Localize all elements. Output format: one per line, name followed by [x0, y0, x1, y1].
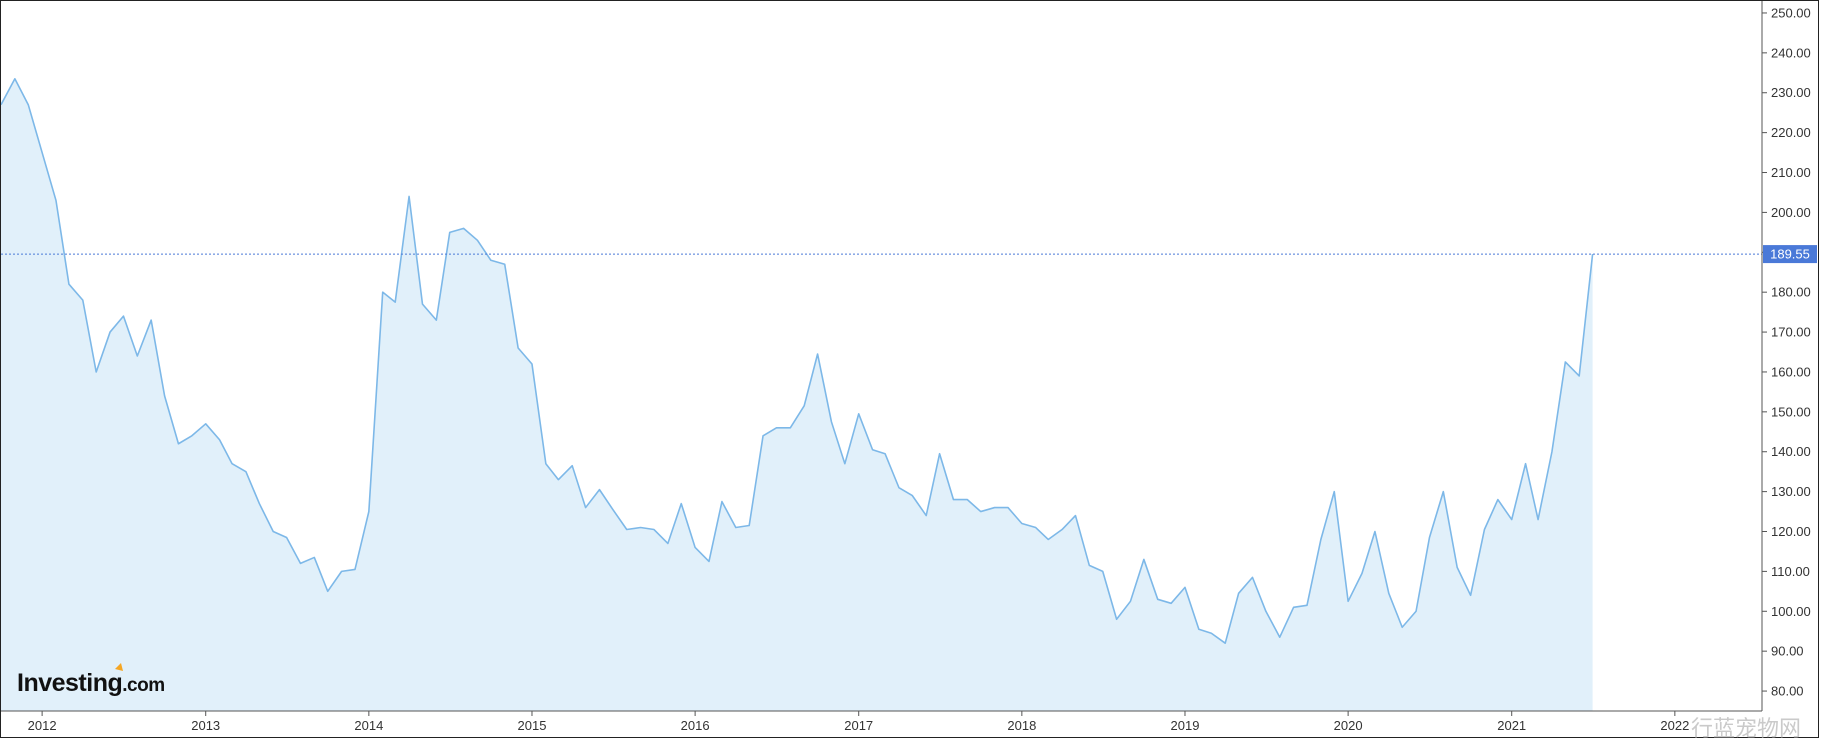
last-value-tag-text: 189.55 — [1770, 247, 1810, 262]
y-tick-label: 230.00 — [1771, 85, 1811, 100]
y-tick-label: 110.00 — [1771, 564, 1810, 579]
x-tick-label: 2021 — [1497, 718, 1526, 733]
y-tick-label: 220.00 — [1771, 125, 1811, 140]
x-tick-label: 2016 — [681, 718, 710, 733]
y-tick-label: 240.00 — [1771, 45, 1811, 60]
x-tick-label: 2015 — [518, 718, 547, 733]
y-tick-label: 100.00 — [1771, 604, 1811, 619]
series-area-fill — [1, 78, 1593, 711]
y-tick-label: 150.00 — [1771, 404, 1811, 419]
y-tick-label: 90.00 — [1771, 644, 1804, 659]
x-tick-label: 2014 — [354, 718, 383, 733]
y-tick-label: 200.00 — [1771, 205, 1811, 220]
y-tick-label: 80.00 — [1771, 684, 1804, 699]
x-tick-label: 2019 — [1171, 718, 1200, 733]
x-tick-label: 2013 — [191, 718, 220, 733]
x-tick-label: 2017 — [844, 718, 873, 733]
x-tick-label: 2018 — [1007, 718, 1036, 733]
y-tick-label: 180.00 — [1771, 285, 1811, 300]
last-value-tag: 189.55 — [1763, 245, 1817, 264]
y-tick-label: 210.00 — [1771, 165, 1811, 180]
y-tick-label: 160.00 — [1771, 364, 1811, 379]
y-tick-label: 250.00 — [1771, 5, 1811, 20]
y-tick-label: 170.00 — [1771, 325, 1811, 340]
x-axis-ticks: 2012 2013 2014 2015 2016 2017 2018 2019 2020 2021… — [28, 711, 1689, 733]
watermark-text: 行蓝宠物网 — [1691, 717, 1801, 739]
chart-frame: 80.00 90.00 100.00 110.00 120.00 130.00 140.00… — [0, 0, 1819, 739]
x-tick-label: 2020 — [1334, 718, 1363, 733]
x-tick-label: 2022 — [1660, 718, 1689, 733]
x-tick-label: 2012 — [28, 718, 57, 733]
y-tick-label: 120.00 — [1771, 524, 1811, 539]
y-tick-label: 140.00 — [1771, 444, 1811, 459]
plot-area — [1, 77, 1594, 711]
y-axis-ticks: 80.00 90.00 100.00 110.00 120.00 130.00 140.00… — [1762, 5, 1811, 699]
y-tick-label: 130.00 — [1771, 484, 1811, 499]
price-area-chart: 80.00 90.00 100.00 110.00 120.00 130.00 140.00… — [1, 1, 1817, 739]
